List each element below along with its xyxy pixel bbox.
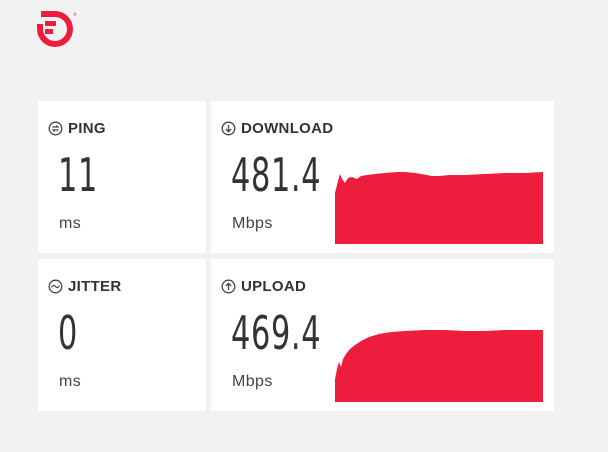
ping-value: 11 (58, 148, 98, 202)
upload-graph-area (335, 330, 543, 402)
jitter-label: JITTER (68, 278, 122, 295)
upload-label: UPLOAD (241, 278, 307, 295)
ping-card: PING 11 ms (38, 101, 206, 253)
ping-label: PING (68, 120, 106, 137)
arrow-down-circle-icon (221, 121, 236, 136)
ping-header: PING (48, 120, 106, 137)
jitter-unit: ms (59, 373, 82, 390)
upload-card: UPLOAD 469.4 Mbps (211, 259, 554, 411)
frontier-logo-icon: ® (35, 8, 77, 50)
arrow-up-circle-icon (221, 279, 236, 294)
upload-unit: Mbps (232, 373, 273, 390)
download-label: DOWNLOAD (241, 120, 334, 137)
download-graph-area (335, 172, 543, 244)
download-unit: Mbps (232, 215, 273, 232)
jitter-icon (48, 279, 63, 294)
svg-text:®: ® (73, 12, 77, 17)
upload-header: UPLOAD (221, 278, 306, 295)
download-header: DOWNLOAD (221, 120, 333, 137)
ping-unit: ms (59, 215, 82, 232)
download-speed-graph (335, 171, 543, 244)
upload-speed-graph (335, 329, 543, 402)
download-card: DOWNLOAD 481.4 Mbps (211, 101, 554, 253)
ping-icon (48, 121, 63, 136)
jitter-card: JITTER 0 ms (38, 259, 206, 411)
download-value: 481.4 (231, 148, 322, 202)
upload-value: 469.4 (231, 306, 322, 360)
jitter-header: JITTER (48, 278, 121, 295)
jitter-value: 0 (58, 306, 78, 360)
